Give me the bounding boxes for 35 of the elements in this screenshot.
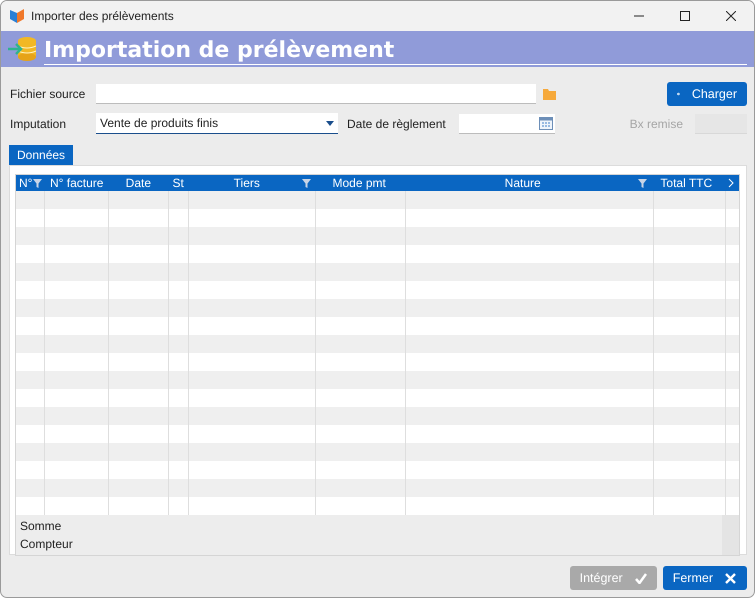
field-label: Date de règlement [346,116,447,130]
database-import-icon [8,36,38,62]
filter-icon [638,178,648,188]
tab[interactable]: Données [9,145,74,165]
filter-icon [32,178,42,188]
load-button[interactable]: Charger [667,82,747,106]
imputation-dropdown[interactable]: Vente de produits finis [96,113,338,134]
close-icon [725,572,737,584]
column-header[interactable]: Total TTC [650,175,722,191]
maximize-icon [680,11,690,21]
caret-icon [326,120,334,126]
checkmark-icon [634,572,647,584]
column-header[interactable]: Date [108,175,168,191]
filter-icon [302,178,312,188]
summary-label: Compteur [20,536,74,553]
column-header[interactable]: Nature [404,175,650,191]
column-header[interactable]: N° facture [44,175,109,191]
column-header[interactable]: N° [16,175,45,191]
close-icon [726,11,736,21]
window-title: Importer des prélèvements [31,9,174,23]
summary-label: Somme [20,518,62,535]
field-label: Bx remise [630,116,683,130]
app-logo-icon [9,8,25,24]
field-label: Fichier source [10,86,86,100]
date-field[interactable] [459,114,555,134]
column-header[interactable]: St [168,175,188,191]
field-label: Imputation [10,116,68,130]
file-path-field[interactable] [96,84,536,104]
folder-icon [543,88,557,100]
chevron-right-icon [728,178,734,188]
page-heading: Importation de prélèvement [44,36,747,64]
close-dialog-button[interactable]: Fermer [662,566,747,590]
column-header[interactable]: Mode pmt [314,175,404,191]
column-header[interactable]: Tiers [188,175,314,191]
calendar-icon [539,116,553,130]
